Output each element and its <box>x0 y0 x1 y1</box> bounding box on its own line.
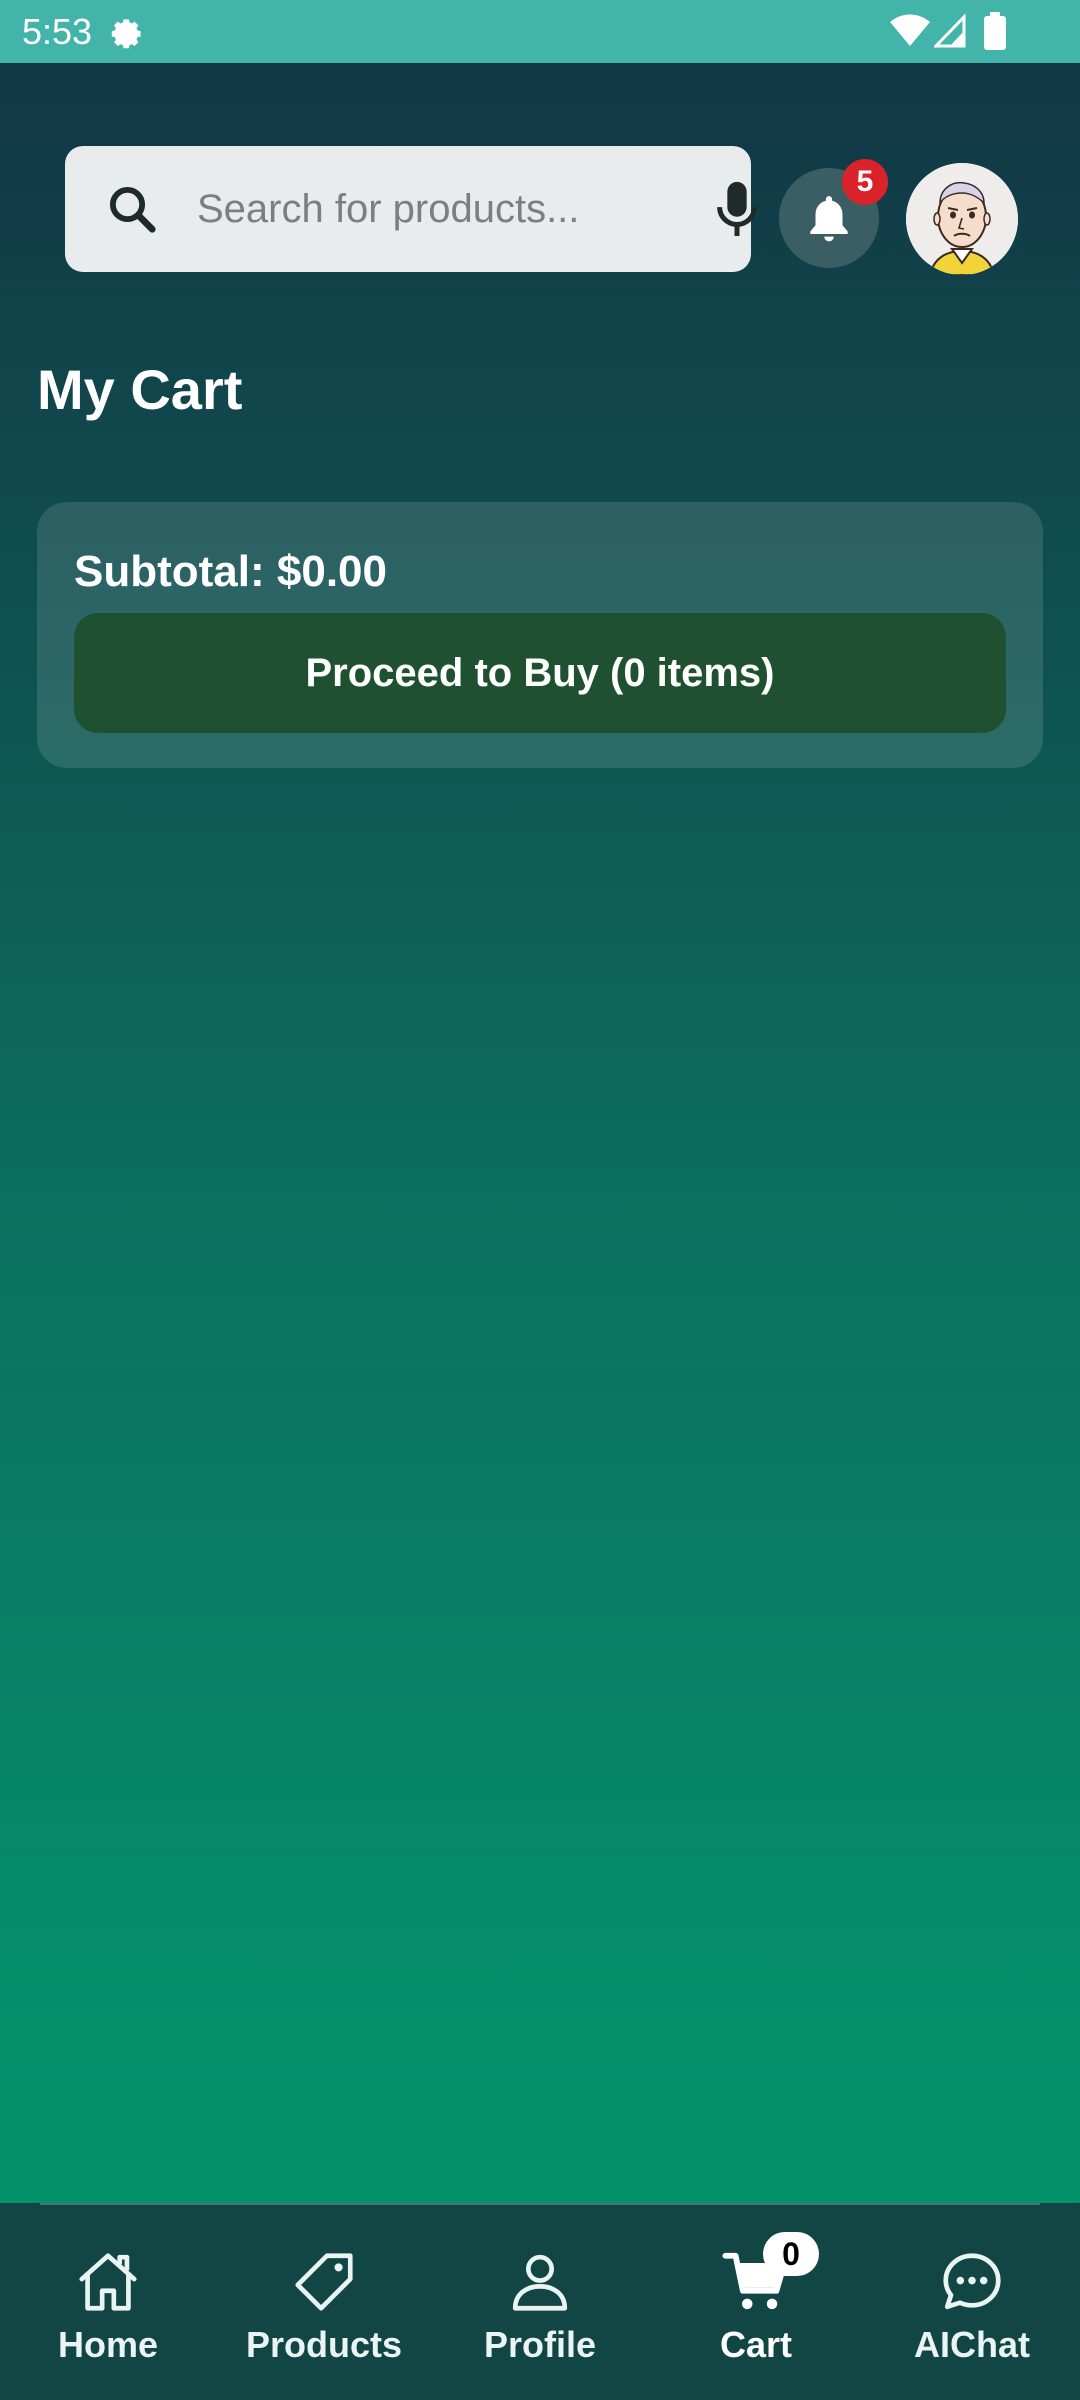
avatar[interactable] <box>906 163 1018 275</box>
cell-signal-icon <box>934 14 966 48</box>
notification-count-badge: 5 <box>842 159 888 205</box>
status-time: 5:53 <box>22 11 93 52</box>
status-bar: 5:53 <box>0 0 1080 63</box>
nav-item-cart[interactable]: Cart <box>648 2203 864 2400</box>
search-input[interactable]: Search for products... <box>197 182 579 236</box>
mic-icon[interactable] <box>717 180 757 238</box>
settings-gear-icon <box>111 19 141 49</box>
nav-label-home: Home <box>57 2324 159 2365</box>
nav-item-aichat[interactable]: AIChat <box>864 2203 1080 2400</box>
nav-item-products[interactable]: Products <box>216 2203 432 2400</box>
person-icon <box>512 2254 568 2311</box>
bell-icon <box>810 196 848 242</box>
battery-icon <box>984 12 1006 50</box>
wifi-icon <box>890 14 930 46</box>
subtotal-row: Subtotal: $0.00 <box>74 542 387 602</box>
search-bar[interactable]: Search for products... <box>65 146 757 272</box>
nav-item-profile[interactable]: Profile <box>432 2203 648 2400</box>
subtotal-label: Subtotal: <box>74 547 265 596</box>
tag-icon <box>295 2253 353 2311</box>
nav-label-aichat: AIChat <box>914 2324 1030 2365</box>
search-icon[interactable] <box>105 182 159 236</box>
cart-summary-card: Subtotal: $0.00 Proceed to Buy (0 items) <box>37 502 1043 768</box>
home-icon <box>79 2253 137 2311</box>
user-avatar-cartoon <box>906 163 1018 275</box>
bottom-nav: Home Products Profile Cart AIChat <box>0 2203 1080 2400</box>
nav-label-products: Products <box>245 2324 403 2365</box>
nav-item-home[interactable]: Home <box>0 2203 216 2400</box>
page-title: My Cart <box>37 358 243 421</box>
chat-bubble-icon <box>943 2253 1001 2310</box>
cart-count-badge: 0 <box>763 2232 819 2276</box>
nav-label-profile: Profile <box>483 2324 597 2365</box>
nav-label-cart: Cart <box>719 2324 793 2365</box>
proceed-to-buy-button[interactable]: Proceed to Buy (0 items) <box>74 613 1006 733</box>
subtotal-value: $0.00 <box>276 547 387 596</box>
